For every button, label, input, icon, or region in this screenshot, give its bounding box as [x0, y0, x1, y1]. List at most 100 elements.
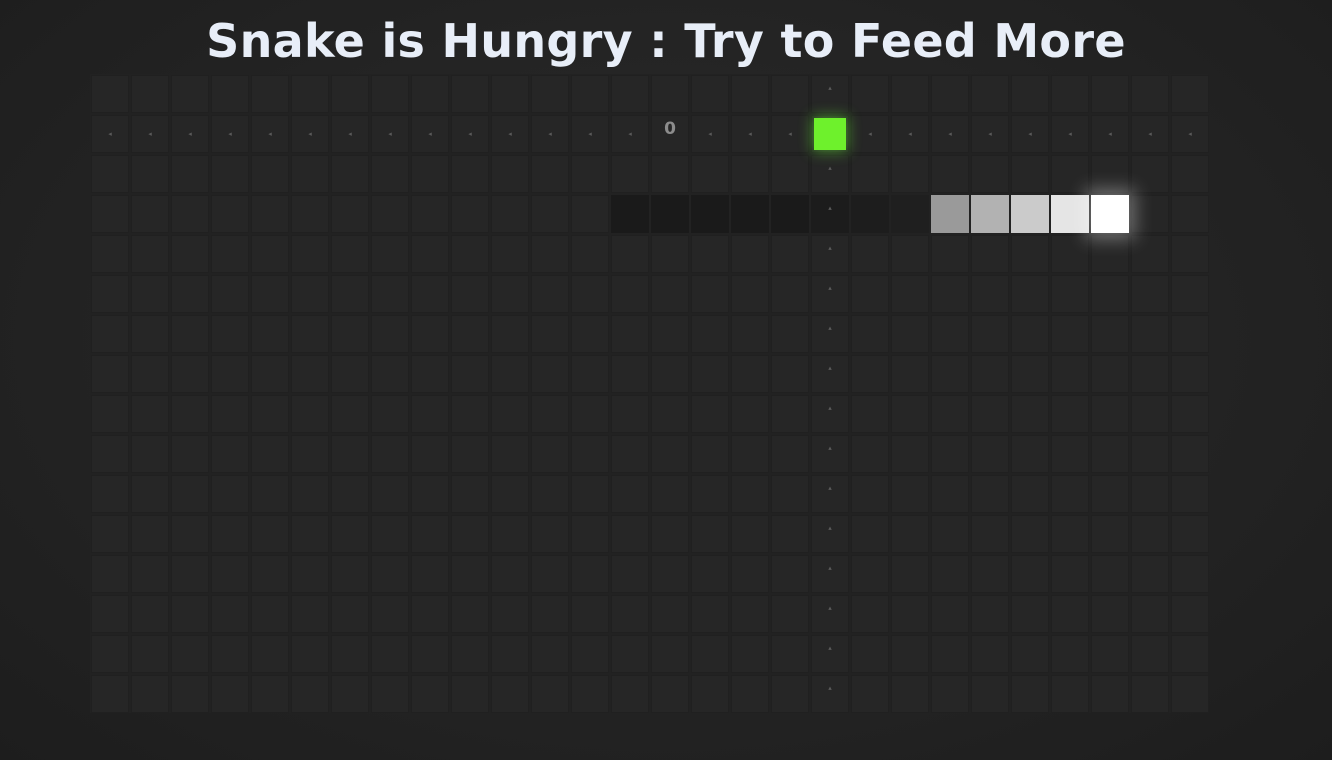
grid-cell — [1051, 515, 1089, 553]
grid-cell — [1051, 675, 1089, 713]
grid-cell — [251, 155, 289, 193]
grid-cell — [251, 435, 289, 473]
grid-cell — [971, 555, 1009, 593]
grid-cell — [91, 635, 129, 673]
grid-cell — [1091, 75, 1129, 113]
grid-cell — [1131, 155, 1169, 193]
grid-cell — [451, 435, 489, 473]
grid-cell — [171, 675, 209, 713]
grid-cell — [931, 115, 969, 153]
grid-cell — [531, 555, 569, 593]
grid-cell — [731, 235, 769, 273]
grid-cell — [131, 395, 169, 433]
grid-cell — [331, 115, 369, 153]
grid-cell — [611, 315, 649, 353]
grid-cell — [1171, 355, 1209, 393]
grid-cell — [891, 115, 929, 153]
grid-cell — [771, 355, 809, 393]
grid-cell — [411, 235, 449, 273]
grid-cell — [851, 315, 889, 353]
grid-cell — [691, 155, 729, 193]
grid-cell — [851, 475, 889, 513]
grid-cell — [531, 475, 569, 513]
grid-cell — [1171, 115, 1209, 153]
grid-cell — [1011, 395, 1049, 433]
grid-cell — [1131, 275, 1169, 313]
grid-cell — [491, 515, 529, 553]
grid-cell — [851, 235, 889, 273]
grid-cell — [811, 315, 849, 353]
grid-cell — [1051, 155, 1089, 193]
grid-cell — [931, 315, 969, 353]
grid-cell — [211, 75, 249, 113]
grid-cell — [1051, 635, 1089, 673]
grid-cell — [971, 475, 1009, 513]
grid-cell — [91, 75, 129, 113]
grid-cell — [691, 75, 729, 113]
grid-cell — [1171, 635, 1209, 673]
grid-cell — [131, 75, 169, 113]
grid-cell — [131, 675, 169, 713]
grid-cell — [211, 395, 249, 433]
grid-cell — [1011, 155, 1049, 193]
grid-cell — [811, 395, 849, 433]
grid-cell — [771, 595, 809, 633]
grid-cell — [491, 235, 529, 273]
grid-cell — [611, 595, 649, 633]
grid-cell — [731, 315, 769, 353]
grid-cell — [1011, 515, 1049, 553]
game-board[interactable]: ◂ ◂ ◂ ◂ ◂ ◂ ◂ ◂ ◂ ◂ ◂ ◂ ◂ ◂ ◂ ◂ ◂ ◂ ◂ ◂ ◂ ◂ ◂ ◂ ◂ ◂ ▴ ▴ ▴ ▴ ▴ ▴ ▴ ▴ ▴ ▴ ▴ ▴ ▴ ▴… — [90, 74, 1209, 713]
grid-cell — [531, 155, 569, 193]
grid-cell — [91, 395, 129, 433]
grid-cell — [451, 595, 489, 633]
grid-cell — [811, 555, 849, 593]
grid-cell — [891, 435, 929, 473]
grid-cell — [891, 355, 929, 393]
grid-cell — [171, 155, 209, 193]
grid-cell — [491, 595, 529, 633]
grid-cell — [931, 235, 969, 273]
grid-cell — [331, 435, 369, 473]
grid-cell — [1131, 595, 1169, 633]
grid-cell — [611, 475, 649, 513]
snake-trail-segment — [611, 195, 649, 233]
grid-cell — [811, 515, 849, 553]
grid-cell — [331, 675, 369, 713]
grid-cell — [451, 115, 489, 153]
grid-cell — [411, 75, 449, 113]
grid-cell — [211, 275, 249, 313]
grid-cell — [171, 355, 209, 393]
grid-cell — [331, 315, 369, 353]
grid-cell — [731, 595, 769, 633]
grid-cell — [131, 515, 169, 553]
grid-cell — [491, 155, 529, 193]
grid-cell — [571, 75, 609, 113]
grid-cell — [491, 315, 529, 353]
grid-cell — [491, 115, 529, 153]
grid-cell — [1051, 115, 1089, 153]
grid-cell — [971, 355, 1009, 393]
grid-cell — [931, 155, 969, 193]
grid-cell — [291, 275, 329, 313]
grid-cell — [451, 635, 489, 673]
grid-cell — [531, 435, 569, 473]
grid-cell — [411, 635, 449, 673]
grid-cell — [251, 475, 289, 513]
grid-cell — [211, 515, 249, 553]
grid-cell — [891, 555, 929, 593]
snake-trail-segment — [851, 195, 889, 233]
grid-cell — [291, 475, 329, 513]
grid-cell — [691, 555, 729, 593]
grid-cell — [211, 355, 249, 393]
grid-cell — [291, 315, 329, 353]
grid-cell — [971, 675, 1009, 713]
grid-cell — [451, 395, 489, 433]
grid-cell — [1171, 155, 1209, 193]
grid-cell — [1011, 675, 1049, 713]
grid-cell — [91, 475, 129, 513]
grid-cell — [291, 515, 329, 553]
grid-cell — [1131, 395, 1169, 433]
grid-cell — [811, 595, 849, 633]
grid-cell — [851, 115, 889, 153]
grid-cell — [411, 355, 449, 393]
